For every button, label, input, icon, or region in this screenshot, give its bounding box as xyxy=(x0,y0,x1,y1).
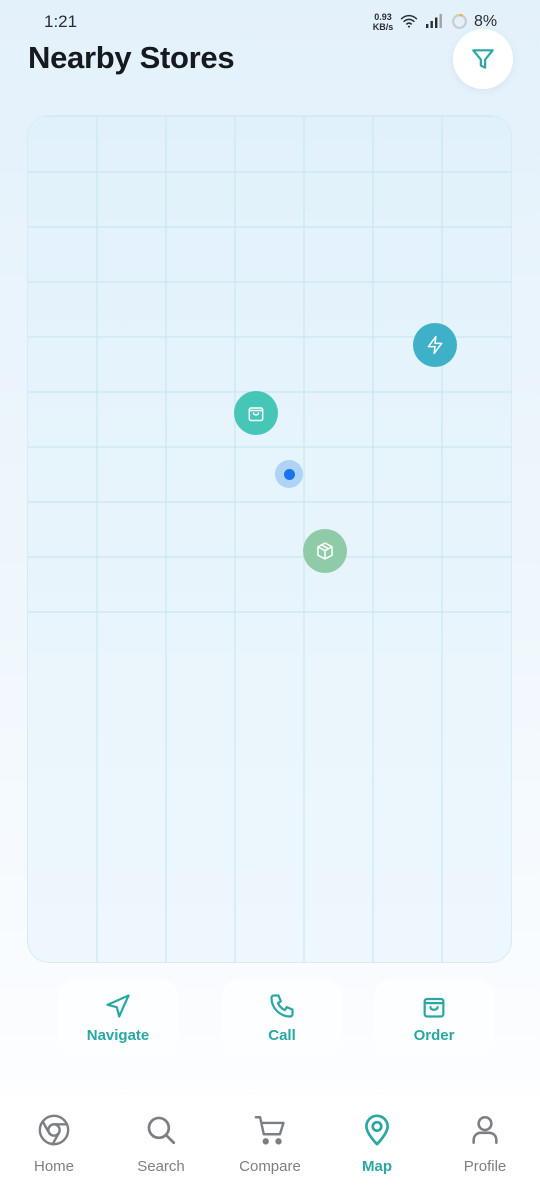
navigate-icon xyxy=(106,994,130,1018)
page-title: Nearby Stores xyxy=(28,40,235,75)
shopping-bag-icon xyxy=(248,407,264,422)
store-marker-quick[interactable] xyxy=(413,323,457,367)
lightning-icon xyxy=(427,335,443,355)
store-marker-shop[interactable] xyxy=(234,391,278,435)
order-label: Order xyxy=(413,1027,455,1044)
call-button[interactable]: Call xyxy=(222,980,342,1058)
user-icon xyxy=(472,1115,498,1145)
battery-icon xyxy=(452,14,467,29)
filter-button[interactable] xyxy=(453,29,513,89)
call-label: Call xyxy=(268,1027,296,1044)
map-view[interactable] xyxy=(27,115,512,963)
navigate-label: Navigate xyxy=(86,1027,150,1044)
bottom-navigation: Home Search Compare Map Profile xyxy=(0,1095,540,1200)
phone-icon xyxy=(270,994,294,1018)
package-icon xyxy=(317,542,333,560)
map-grid xyxy=(28,116,511,962)
nav-item-home[interactable]: Home xyxy=(9,1095,99,1185)
map-pin-icon xyxy=(365,1114,389,1146)
search-icon xyxy=(147,1116,176,1145)
navigate-button[interactable]: Navigate xyxy=(58,980,178,1058)
nav-label-profile: Profile xyxy=(463,1158,507,1175)
nav-item-compare[interactable]: Compare xyxy=(225,1095,315,1185)
status-bar: 1:21 0.93 KB/s 8% xyxy=(0,0,540,44)
user-location-marker xyxy=(275,460,303,488)
nav-item-profile[interactable]: Profile xyxy=(440,1095,530,1185)
chrome-icon xyxy=(38,1114,70,1146)
filter-icon xyxy=(472,49,494,69)
nav-label-search: Search xyxy=(137,1158,185,1175)
network-speed-value: 0.93 xyxy=(374,12,392,22)
network-speed: 0.93 KB/s xyxy=(370,12,396,32)
order-button[interactable]: Order xyxy=(374,980,494,1058)
nav-label-home: Home xyxy=(33,1158,74,1175)
nav-item-search[interactable]: Search xyxy=(116,1095,206,1185)
nav-label-map: Map xyxy=(362,1158,392,1175)
status-time: 1:21 xyxy=(44,12,78,31)
cart-icon xyxy=(254,1116,285,1145)
shopping-bag-icon xyxy=(423,997,445,1018)
nav-item-map[interactable]: Map xyxy=(332,1095,422,1185)
nav-label-compare: Compare xyxy=(239,1158,301,1175)
store-marker-parcel[interactable] xyxy=(303,529,347,573)
wifi-icon xyxy=(400,14,418,28)
signal-icon xyxy=(426,14,442,28)
user-location-dot xyxy=(283,468,295,480)
quick-actions: Navigate Call Order xyxy=(0,980,540,1060)
network-speed-unit: KB/s xyxy=(372,22,394,32)
